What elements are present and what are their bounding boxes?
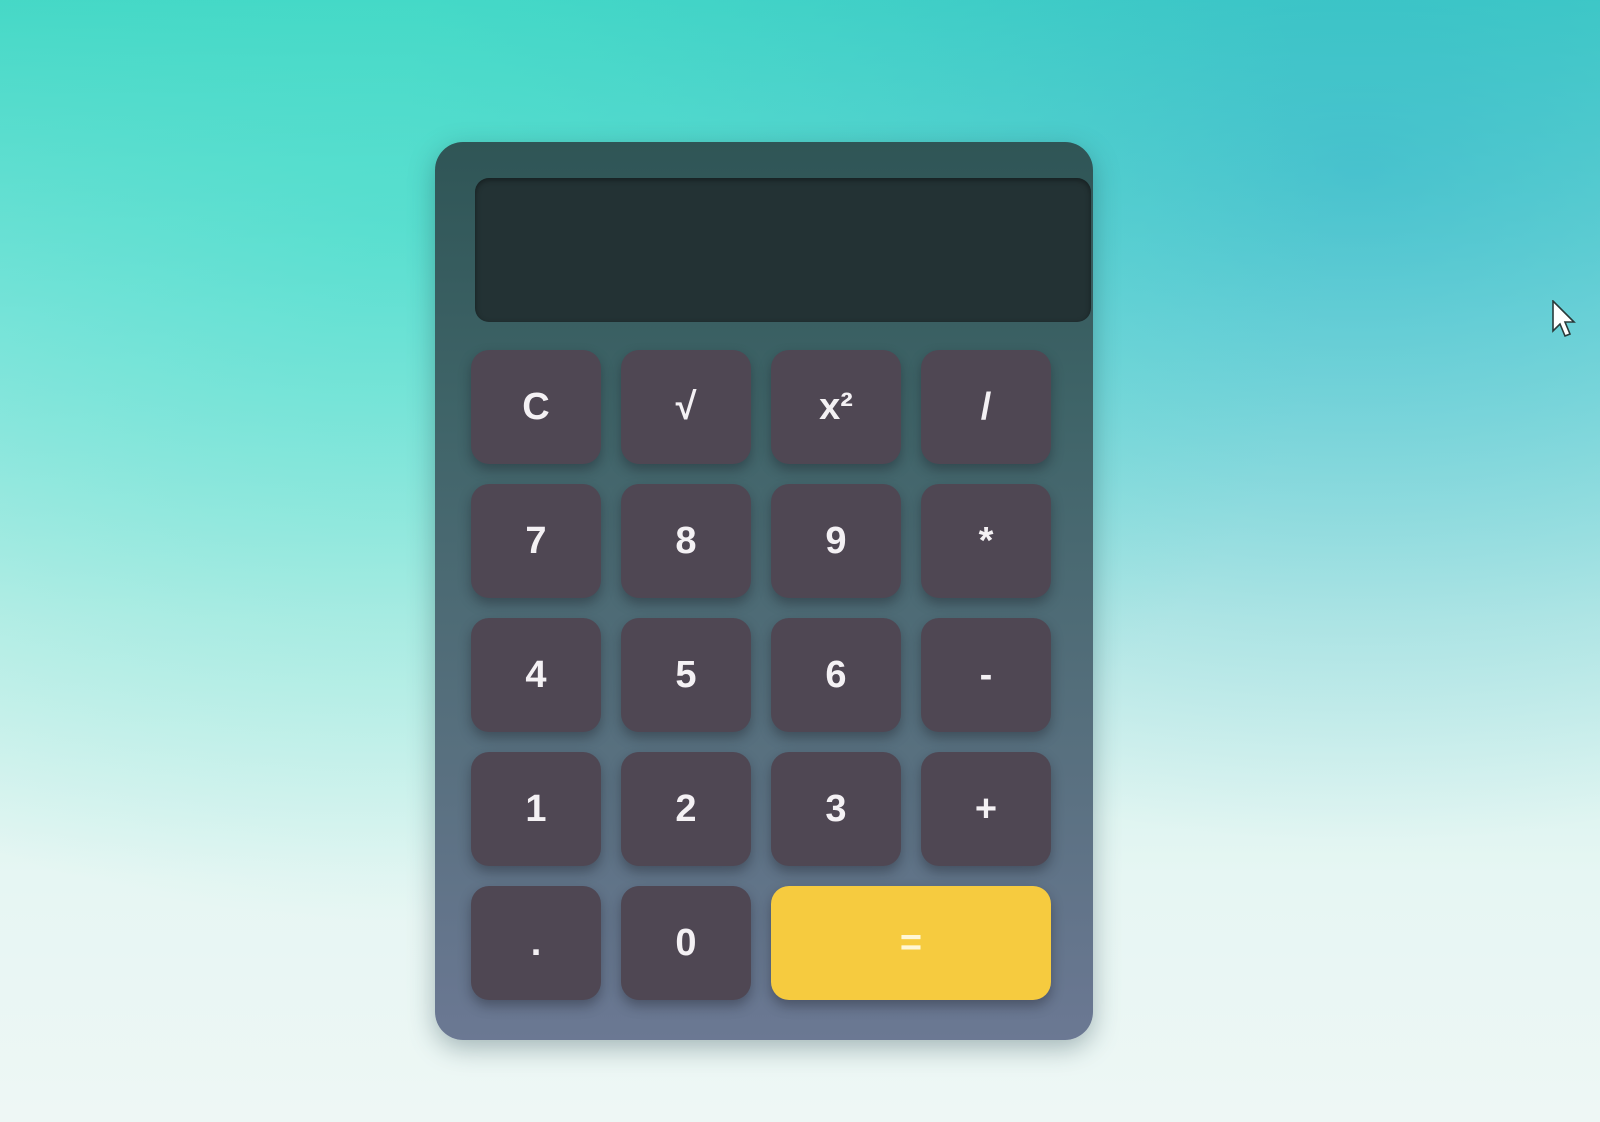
divide-button[interactable]: / (921, 350, 1051, 464)
add-button[interactable]: + (921, 752, 1051, 866)
digit-6-button[interactable]: 6 (771, 618, 901, 732)
digit-4-button[interactable]: 4 (471, 618, 601, 732)
digit-3-button[interactable]: 3 (771, 752, 901, 866)
sqrt-button[interactable]: √ (621, 350, 751, 464)
digit-2-button[interactable]: 2 (621, 752, 751, 866)
digit-8-button[interactable]: 8 (621, 484, 751, 598)
digit-9-button[interactable]: 9 (771, 484, 901, 598)
digit-1-button[interactable]: 1 (471, 752, 601, 866)
multiply-button[interactable]: * (921, 484, 1051, 598)
decimal-button[interactable]: . (471, 886, 601, 1000)
clear-button[interactable]: C (471, 350, 601, 464)
digit-5-button[interactable]: 5 (621, 618, 751, 732)
calculator: C √ x² / 7 8 9 * 4 5 6 - 1 2 3 + . 0 = (435, 142, 1093, 1040)
keypad: C √ x² / 7 8 9 * 4 5 6 - 1 2 3 + . 0 = (471, 350, 1061, 1000)
subtract-button[interactable]: - (921, 618, 1051, 732)
square-button[interactable]: x² (771, 350, 901, 464)
digit-0-button[interactable]: 0 (621, 886, 751, 1000)
calculator-display (475, 178, 1091, 322)
digit-7-button[interactable]: 7 (471, 484, 601, 598)
equals-button[interactable]: = (771, 886, 1051, 1000)
